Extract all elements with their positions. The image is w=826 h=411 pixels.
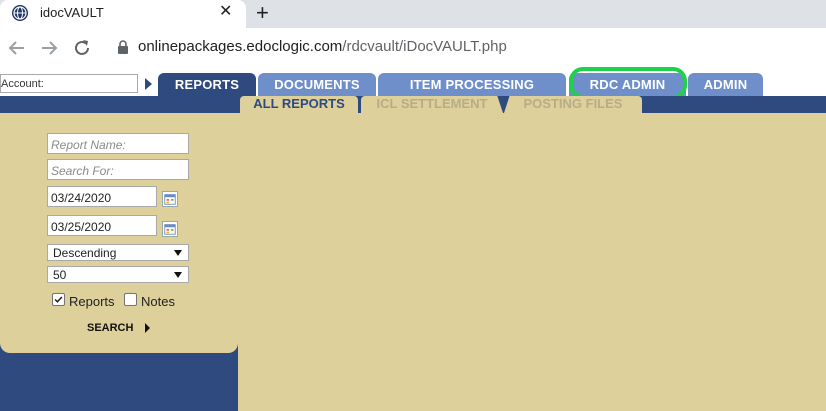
- address-bar[interactable]: onlinepackages.edoclogic.com/rdcvault/iD…: [138, 38, 507, 55]
- chevron-down-icon: [174, 272, 182, 278]
- app-top-row: Account: REPORTS DOCUMENTS ITEM PROCESSI…: [0, 67, 826, 99]
- browser-tab[interactable]: idocVAULT ✕: [0, 0, 246, 28]
- rdc-admin-highlight-ring: [569, 67, 687, 99]
- browser-toolbar: onlinepackages.edoclogic.com/rdcvault/iD…: [0, 28, 826, 67]
- url-host: onlinepackages.edoclogic.com: [138, 38, 343, 55]
- new-tab-icon[interactable]: +: [256, 0, 269, 26]
- start-date-input[interactable]: 03/24/2020: [47, 186, 157, 207]
- subtab-all-reports[interactable]: ALL REPORTS: [240, 96, 358, 113]
- globe-icon: [12, 5, 28, 21]
- page-size-value: 50: [53, 268, 67, 282]
- reload-icon[interactable]: [70, 36, 94, 60]
- notes-checkbox-label: Notes: [141, 294, 175, 309]
- page-size-select[interactable]: 50: [47, 266, 189, 283]
- account-input[interactable]: Account:: [0, 74, 138, 93]
- tab-reports[interactable]: REPORTS: [158, 73, 256, 97]
- sort-order-value: Descending: [53, 246, 117, 260]
- results-area: [238, 113, 826, 411]
- tab-documents[interactable]: DOCUMENTS: [258, 73, 376, 97]
- subtab-posting-files[interactable]: POSTING FILES: [504, 96, 642, 113]
- tab-admin[interactable]: ADMIN: [688, 73, 763, 97]
- notes-checkbox[interactable]: [124, 293, 137, 306]
- subtab-icl-settlement[interactable]: ICL SETTLEMENT: [361, 96, 503, 113]
- lock-icon[interactable]: [116, 39, 130, 55]
- forward-arrow-icon[interactable]: [37, 36, 61, 60]
- url-path: /rdcvault/iDocVAULT.php: [342, 38, 507, 55]
- search-for-input[interactable]: Search For:: [47, 159, 189, 180]
- chevron-down-icon: [174, 250, 182, 256]
- search-arrow-icon[interactable]: [145, 323, 150, 333]
- calendar-icon[interactable]: [162, 191, 178, 207]
- search-button[interactable]: SEARCH: [87, 322, 133, 334]
- tab-item-processing[interactable]: ITEM PROCESSING: [378, 73, 566, 97]
- end-date-input[interactable]: 03/25/2020: [47, 215, 157, 236]
- close-tab-icon[interactable]: ✕: [219, 3, 232, 21]
- reports-checkbox-label: Reports: [69, 294, 115, 309]
- report-name-input[interactable]: Report Name:: [47, 133, 189, 154]
- account-go-arrow-icon[interactable]: [145, 78, 152, 90]
- sort-order-select[interactable]: Descending: [47, 244, 189, 261]
- reports-checkbox[interactable]: [52, 293, 65, 306]
- back-arrow-icon[interactable]: [5, 36, 29, 60]
- browser-tab-title: idocVAULT: [40, 5, 104, 20]
- browser-tabstrip: idocVAULT ✕ +: [0, 0, 826, 28]
- calendar-icon[interactable]: [162, 221, 178, 237]
